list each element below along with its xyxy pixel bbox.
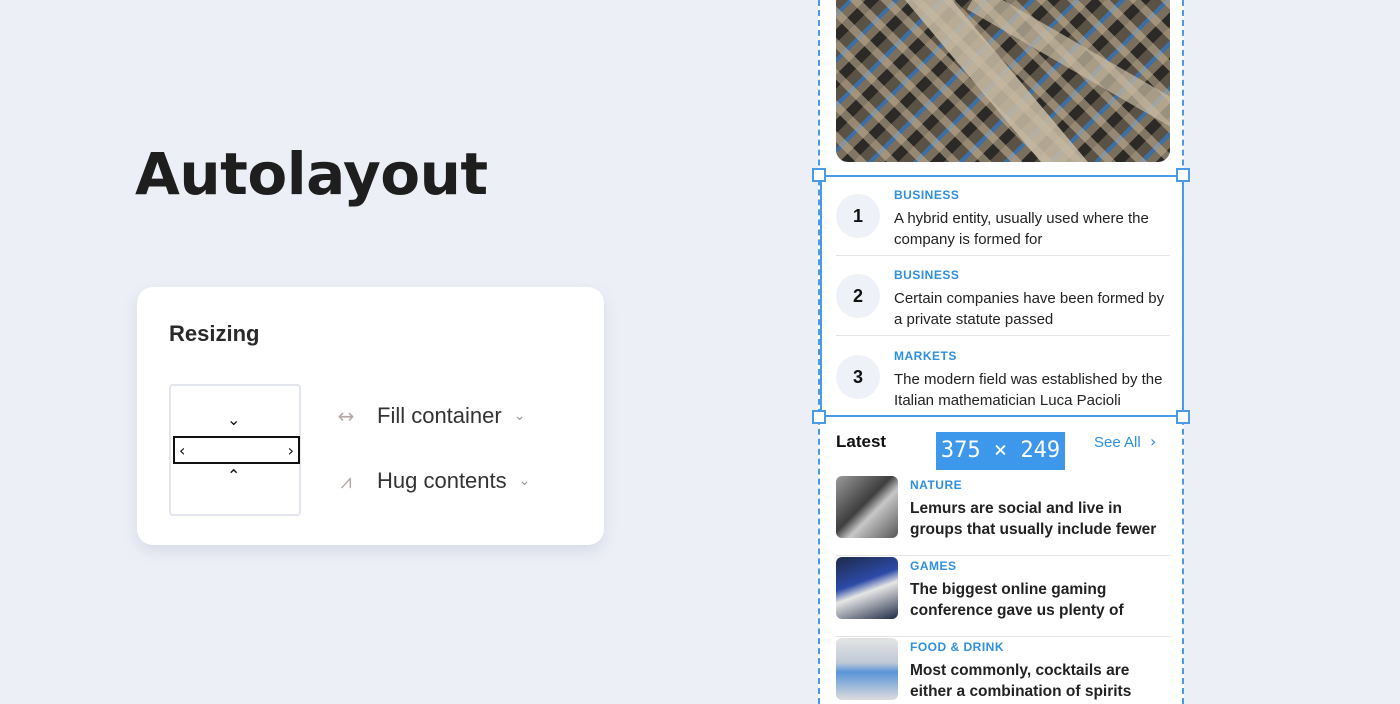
vertical-hug-icon: ⩘ <box>340 469 352 493</box>
latest-heading: Latest <box>836 432 887 451</box>
hero-image <box>836 0 1170 162</box>
fill-container-label: Fill container <box>377 403 502 428</box>
resize-handle[interactable] <box>1176 168 1190 182</box>
chevron-right-icon[interactable]: › <box>1150 432 1156 451</box>
chevron-right-icon: › <box>287 441 294 460</box>
chevron-up-icon: ⌃ <box>227 466 241 485</box>
chevron-down-icon[interactable]: ⌄ <box>514 408 526 424</box>
chevron-down-icon: ⌄ <box>227 410 241 429</box>
article-item[interactable]: NATURE Lemurs are social and live in gro… <box>836 476 1170 556</box>
article-title: The biggest online gaming conference gav… <box>910 581 1124 619</box>
article-thumbnail <box>836 638 898 700</box>
chevron-down-icon[interactable]: ⌄ <box>519 473 531 489</box>
category-label: GAMES <box>910 559 957 573</box>
article-thumbnail <box>836 476 898 538</box>
article-title: Most commonly, cocktails are either a co… <box>910 662 1132 700</box>
article-item[interactable]: FOOD & DRINK Most commonly, cocktails ar… <box>836 638 1170 704</box>
page-title: Autolayout <box>135 140 488 208</box>
fill-bar[interactable]: ‹ › <box>173 436 300 464</box>
resizing-title: Resizing <box>169 321 260 346</box>
article-thumbnail <box>836 557 898 619</box>
resize-handle[interactable] <box>812 168 826 182</box>
fill-container-option[interactable]: ↔ Fill container ⌄ <box>333 403 526 429</box>
category-label: NATURE <box>910 478 963 492</box>
hug-contents-label: Hug contents <box>377 468 507 493</box>
resizing-panel: Resizing ⌄ ‹ › ⌃ ↔ Fill container ⌄ ⩘ Hu… <box>137 287 604 545</box>
article-title: Lemurs are social and live in groups tha… <box>910 500 1157 538</box>
size-badge: 375 × 249 <box>936 432 1065 470</box>
resize-handle[interactable] <box>812 410 826 424</box>
article-item[interactable]: GAMES The biggest online gaming conferen… <box>836 557 1170 637</box>
selection-frame[interactable] <box>820 175 1184 417</box>
hug-contents-option[interactable]: ⩘ Hug contents ⌄ <box>333 468 530 494</box>
resize-handle[interactable] <box>1176 410 1190 424</box>
resizing-preview[interactable]: ⌄ ‹ › ⌃ <box>169 384 301 516</box>
chevron-left-icon: ‹ <box>179 441 186 460</box>
see-all-link[interactable]: See All <box>1094 434 1141 451</box>
category-label: FOOD & DRINK <box>910 640 1004 654</box>
horizontal-resize-icon: ↔ <box>337 404 355 428</box>
